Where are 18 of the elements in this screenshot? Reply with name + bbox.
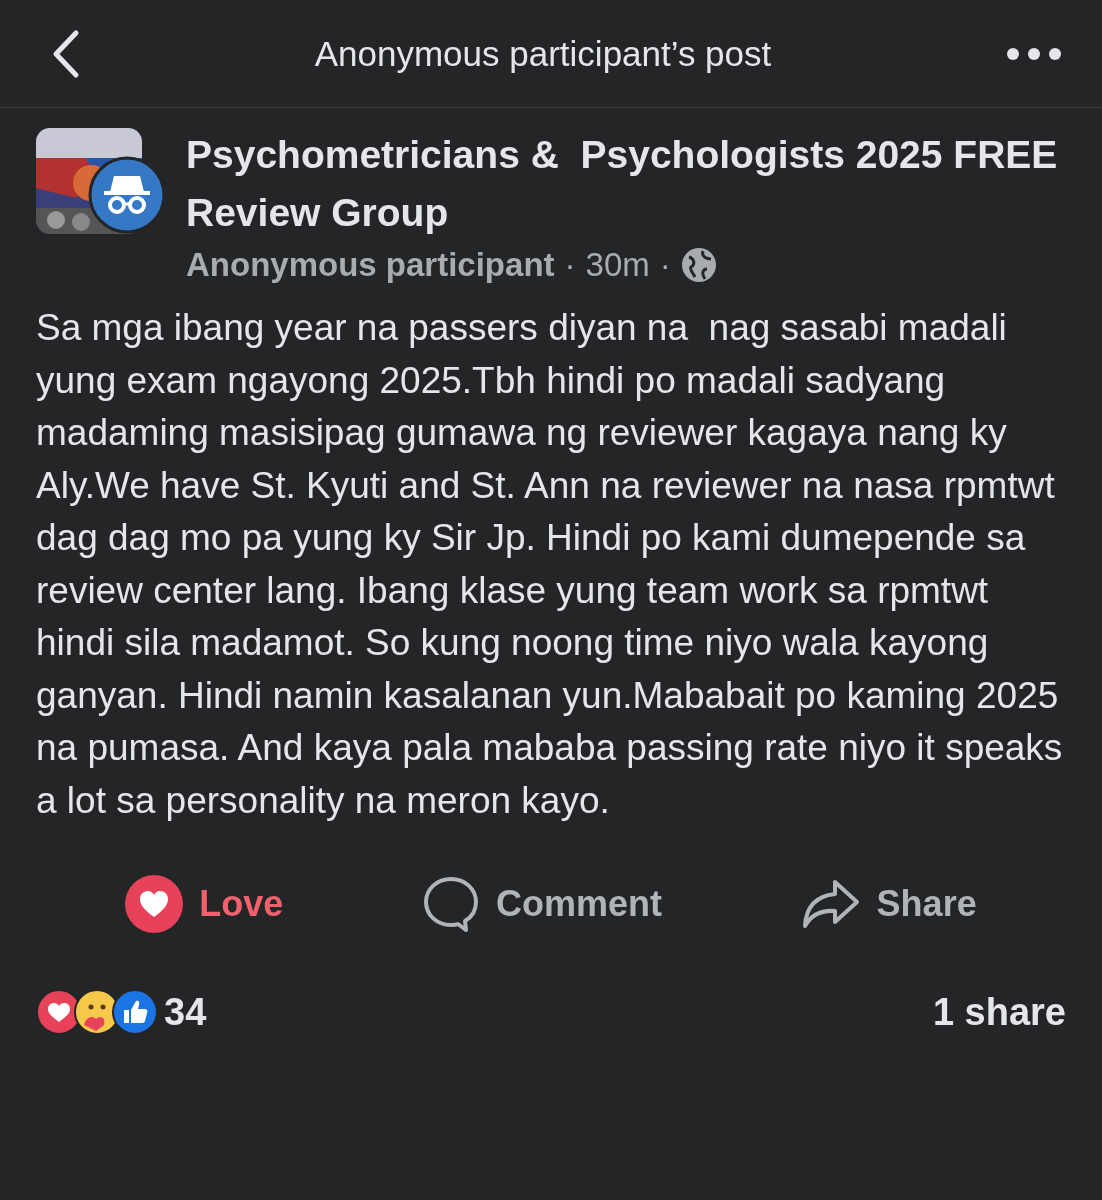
share-arrow-icon — [800, 878, 861, 930]
post-time[interactable]: 30m — [585, 246, 650, 284]
post-text: Sa mga ibang year na passers diyan na nag sasabi madali yung exam ngayong 2025.Tbh hindi po madali sadyang madaming masisipag gumawa ng reviewer kagaya nang ky Aly.We have St. Kyuti and St. Ann na reviewer na nasa rpmtwt dag dag mo pa yung ky Sir Jp. Hindi po kami dumepende sa review center lang. Ibang klase yung team work sa rpmtwt hindi sila madamot. So kung noong time niyo wala kayong ganyan. Hindi namin kasalanan yun.Mababait po kaming 2025 na pumasa. And kaya pala mababa passing rate niyo it speaks a lot sa personality na meron kayo. — [36, 306, 1064, 823]
incognito-avatar-icon[interactable] — [88, 156, 166, 234]
speech-bubble-icon — [421, 875, 480, 933]
reaction-count[interactable]: 34 — [164, 990, 207, 1034]
share-button[interactable]: Share — [780, 870, 997, 938]
separator-dot: · — [564, 246, 576, 284]
comment-button[interactable]: Comment — [401, 867, 682, 941]
globe-icon — [680, 247, 717, 283]
author-name[interactable]: Anonymous participant — [186, 246, 555, 284]
more-options-icon[interactable] — [1006, 46, 1062, 61]
share-count[interactable]: 1 share — [932, 990, 1066, 1034]
thumbs-up-icon — [112, 989, 158, 1035]
separator-dot: · — [659, 246, 671, 284]
love-button[interactable]: Love — [105, 867, 304, 941]
group-name[interactable]: Psychometricians & Psychologists 2025 FREE Review Group — [186, 126, 1066, 242]
header-title: Anonymous participant’s post — [314, 33, 772, 74]
